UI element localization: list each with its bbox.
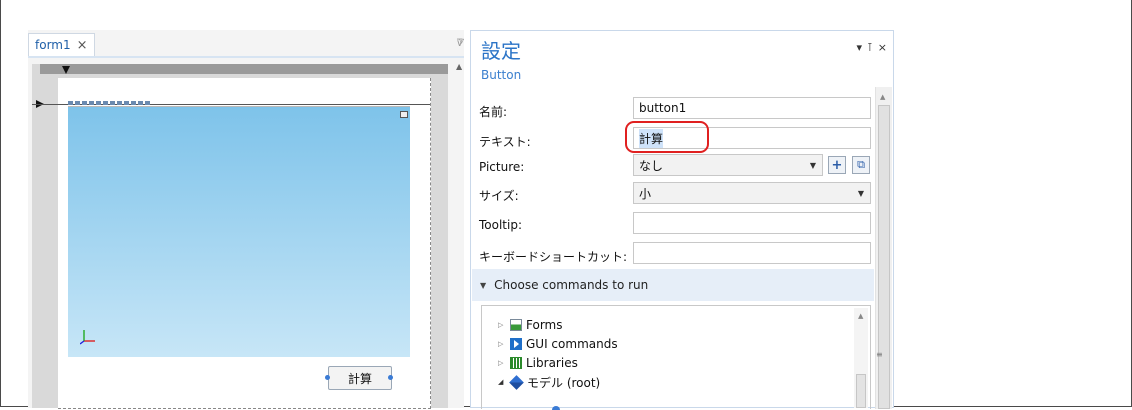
- picture-value: なし: [639, 158, 664, 173]
- graphics-maximize-icon[interactable]: [400, 111, 408, 118]
- panel-subtitle: Button: [481, 68, 522, 82]
- command-tree[interactable]: ▷ Forms ▷ GUI commands ▷ Libraries ◢ モデル…: [481, 305, 871, 410]
- collapse-icon: ▼: [480, 280, 487, 290]
- panel-scroll-thumb[interactable]: [878, 105, 890, 409]
- shortcut-label: キーボードショートカット:: [479, 250, 628, 264]
- expand-icon[interactable]: ▷: [498, 321, 506, 329]
- forms-icon: [510, 319, 522, 331]
- tree-item-label: Forms: [526, 318, 563, 332]
- name-label: 名前:: [479, 105, 508, 119]
- design-canvas: 計算: [32, 64, 448, 409]
- resize-handle-left[interactable]: [325, 375, 330, 380]
- form-button-selected[interactable]: 計算: [325, 366, 393, 390]
- commands-section-header[interactable]: ▼ Choose commands to run: [472, 269, 874, 301]
- panel-pin-icon[interactable]: ⊺: [867, 41, 873, 54]
- name-value: button1: [639, 101, 687, 115]
- panel-menu-icon[interactable]: ▾: [857, 41, 863, 54]
- add-picture-button[interactable]: +: [828, 156, 846, 174]
- tree-scroll-thumb[interactable]: [856, 374, 866, 408]
- close-icon[interactable]: ×: [77, 38, 88, 53]
- graphics-window[interactable]: [68, 101, 410, 357]
- tree-next-item-icon: [552, 406, 560, 410]
- picture-label: Picture:: [479, 160, 525, 174]
- tree-item-label: GUI commands: [526, 337, 618, 351]
- size-label: サイズ:: [479, 189, 519, 203]
- collapse-icon[interactable]: ◢: [498, 378, 506, 386]
- tree-item-label: モデル (root): [527, 375, 601, 390]
- tab-label: form1: [35, 38, 71, 52]
- tab-form1[interactable]: form1 ×: [28, 33, 95, 56]
- form-editor: form1 × ▿ 計算: [28, 30, 464, 409]
- top-ruler: [40, 64, 448, 74]
- resize-handle-right[interactable]: [388, 375, 393, 380]
- chevron-down-icon: ▼: [809, 160, 816, 170]
- size-value: 小: [639, 186, 652, 201]
- tooltip-label: Tooltip:: [479, 218, 523, 232]
- expand-icon[interactable]: ▷: [498, 340, 506, 348]
- tree-item-libraries[interactable]: ▷ Libraries: [498, 354, 578, 372]
- shortcut-field[interactable]: [633, 242, 871, 264]
- highlight-ring: [625, 121, 709, 153]
- tree-item-label: Libraries: [526, 356, 578, 370]
- settings-panel: 設定 Button ▾ ⊺ × 名前: button1 テキスト: 計算 Pic…: [470, 30, 894, 410]
- tooltip-field[interactable]: [633, 212, 871, 234]
- panel-controls: ▾ ⊺ ×: [857, 41, 887, 54]
- tree-item-model-root[interactable]: ◢ モデル (root): [498, 373, 600, 391]
- form-surface[interactable]: 計算: [32, 78, 431, 409]
- scroll-up-icon[interactable]: ▲: [456, 62, 462, 71]
- scroll-grip-icon: ≡: [876, 350, 883, 359]
- panel-scrollbar[interactable]: ▲: [875, 87, 892, 409]
- gui-commands-icon: [510, 338, 522, 350]
- expand-icon[interactable]: ▷: [498, 359, 506, 367]
- panel-title: 設定: [481, 39, 521, 63]
- size-select[interactable]: 小 ▼: [633, 182, 871, 204]
- pin-icon[interactable]: ⊽: [456, 38, 463, 49]
- picture-select[interactable]: なし ▼: [633, 154, 823, 176]
- column-marker-icon[interactable]: [62, 66, 70, 74]
- scroll-up-icon[interactable]: ▲: [858, 312, 863, 320]
- graphics-toolbar[interactable]: [68, 99, 150, 107]
- chevron-down-icon: ▼: [857, 188, 864, 198]
- section-label: Choose commands to run: [494, 278, 649, 292]
- text-label: テキスト:: [479, 135, 531, 149]
- name-field[interactable]: button1: [633, 97, 871, 119]
- panel-close-icon[interactable]: ×: [878, 41, 887, 54]
- model-icon: [509, 374, 524, 390]
- tree-item-gui-commands[interactable]: ▷ GUI commands: [498, 335, 618, 353]
- tree-item-forms[interactable]: ▷ Forms: [498, 316, 562, 334]
- document-tabstrip: form1 × ▿: [28, 30, 464, 58]
- browse-picture-button[interactable]: ⧉: [852, 156, 870, 174]
- calc-button[interactable]: 計算: [328, 366, 392, 390]
- libraries-icon: [510, 357, 522, 369]
- scroll-up-icon[interactable]: ▲: [880, 93, 885, 101]
- axis-triad-icon: [80, 330, 95, 345]
- tree-scrollbar[interactable]: ▲: [854, 308, 868, 408]
